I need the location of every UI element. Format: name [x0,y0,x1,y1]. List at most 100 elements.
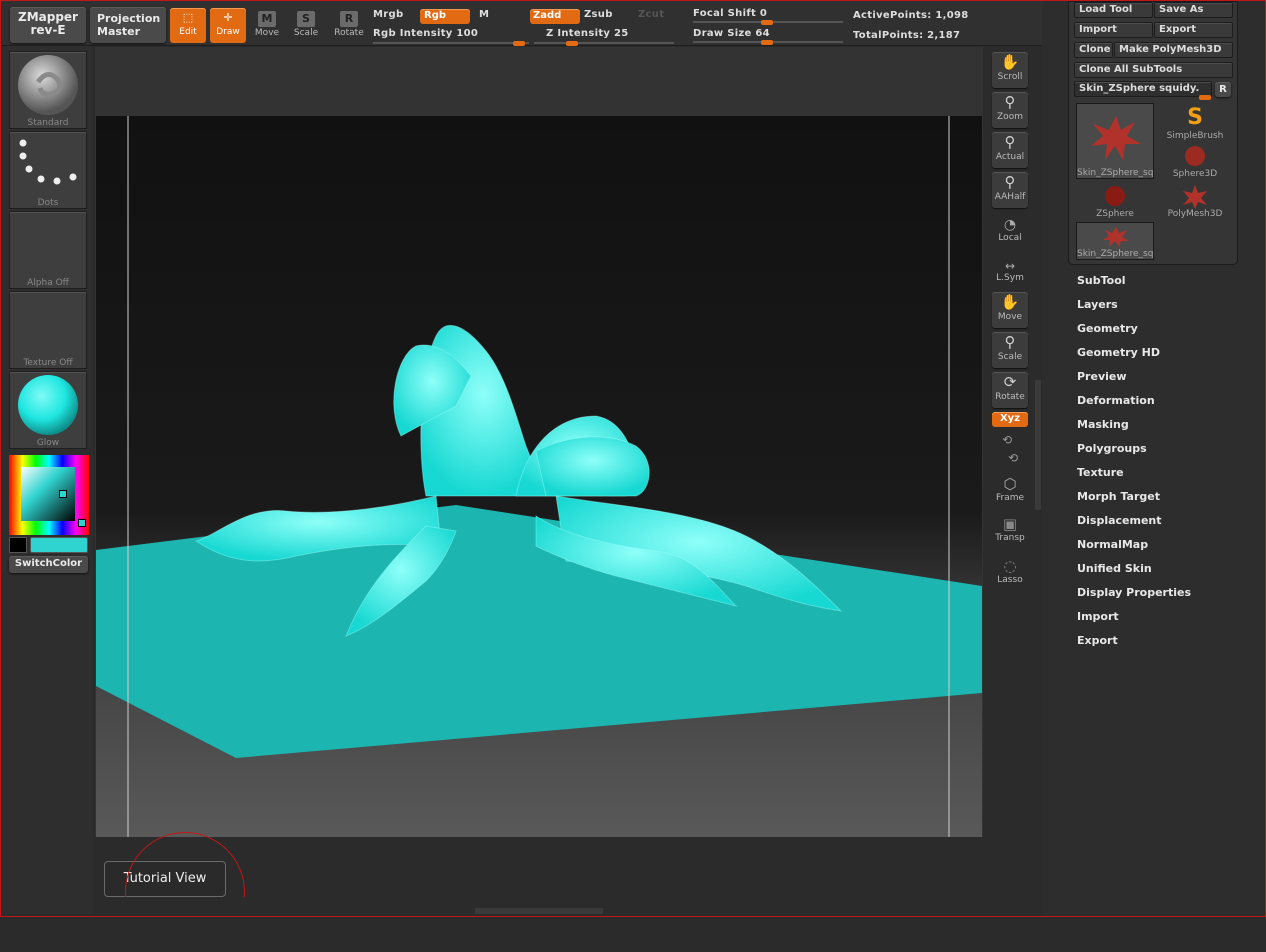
squid-model-render[interactable] [96,116,982,837]
focal-shift-slider[interactable] [693,19,843,25]
switch-color-button[interactable]: SwitchColor [9,556,88,573]
sphere3d-icon [1185,146,1205,166]
zsub-button[interactable]: Zsub [584,9,613,20]
tutorial-view-button[interactable]: Tutorial View [104,861,226,897]
projection-master-button[interactable]: Projection Master [90,7,166,43]
document-viewport[interactable] [96,116,982,837]
menu-displacement[interactable]: Displacement [1077,509,1257,533]
draw-button[interactable]: ✛ Draw [210,8,246,43]
material-selector[interactable]: Glow [9,371,87,449]
zoom-label: Zoom [997,112,1023,122]
scale-button[interactable]: S Scale [291,11,321,38]
m-button[interactable]: M [479,9,489,20]
draw-size-knob[interactable] [761,39,773,45]
xyz-button[interactable]: Xyz [992,412,1028,427]
tool-thumb-skin-1[interactable]: Skin_ZSphere_sq [1076,103,1154,179]
lsym-button[interactable]: ↔ L.Sym [992,259,1028,283]
rotate-view-label: Rotate [995,392,1025,402]
edit-label: Edit [179,27,197,37]
left-shelf: Standard Dots Alpha Off Texture Off Glow… [1,46,93,914]
rotate-y-icon[interactable]: ⟲ [1002,433,1012,447]
tool-thumb-polymesh3d[interactable]: PolyMesh3D [1156,183,1234,259]
save-as-button[interactable]: Save As [1154,2,1233,18]
mrgb-button[interactable]: Mrgb [373,9,403,20]
rotate-button[interactable]: R Rotate [332,11,366,38]
menu-unified-skin[interactable]: Unified Skin [1077,557,1257,581]
clone-all-subtools-button[interactable]: Clone All SubTools [1074,62,1233,78]
zmapper-button[interactable]: ZMapper rev-E [10,7,86,43]
zadd-button[interactable]: Zadd [530,9,580,24]
move-hand-icon: ✋ [1000,293,1020,311]
menu-display-properties[interactable]: Display Properties [1077,581,1257,605]
tool-thumb-caption: Sphere3D [1172,169,1218,179]
load-tool-button[interactable]: Load Tool [1074,2,1153,18]
menu-geometry[interactable]: Geometry [1077,317,1257,341]
alpha-selector[interactable]: Alpha Off [9,211,87,289]
z-intensity-slider[interactable] [534,40,674,46]
color-picker[interactable] [9,455,89,535]
menu-geometry-hd[interactable]: Geometry HD [1077,341,1257,365]
clone-button[interactable]: Clone [1074,42,1113,58]
scale-view-button[interactable]: ⚲ Scale [992,332,1028,368]
stroke-selector[interactable]: Dots [9,131,87,209]
import-tool-button[interactable]: Import [1074,22,1153,38]
menu-morph-target[interactable]: Morph Target [1077,485,1257,509]
rotate-view-button[interactable]: ⟳ Rotate [992,372,1028,408]
local-button[interactable]: ◔ Local [992,217,1028,243]
transp-button[interactable]: ▣ Transp [992,515,1028,543]
scroll-label: Scroll [997,72,1023,82]
menu-subtool[interactable]: SubTool [1077,269,1257,293]
rgb-intensity-slider[interactable] [373,40,529,46]
menu-deformation[interactable]: Deformation [1077,389,1257,413]
z-intensity-knob[interactable] [566,40,578,46]
move-view-button[interactable]: ✋ Move [992,292,1028,328]
rotate-z-icon[interactable]: ⟲ [1008,451,1018,465]
menu-import[interactable]: Import [1077,605,1257,629]
tray-handle[interactable] [1035,380,1041,510]
rgb-button[interactable]: Rgb [420,9,470,24]
secondary-color-swatch[interactable] [9,537,27,553]
menu-export[interactable]: Export [1077,629,1257,653]
menu-layers[interactable]: Layers [1077,293,1257,317]
current-tool-slider[interactable]: Skin_ZSphere squidy. [1074,81,1212,100]
stroke-caption: Dots [37,198,59,208]
zoom-button[interactable]: ⚲ Zoom [992,92,1028,128]
color-marker[interactable] [59,490,67,498]
frame-button[interactable]: ⬡ Frame [992,475,1028,503]
move-button[interactable]: M Move [252,11,282,38]
polymesh3d-icon [1183,185,1207,209]
menu-polygroups[interactable]: Polygroups [1077,437,1257,461]
r-button[interactable]: R [1215,82,1231,97]
scroll-button[interactable]: ✋ Scroll [992,52,1028,88]
brush-caption: Standard [27,118,69,128]
edit-button[interactable]: ⬚ Edit [170,8,206,43]
current-tool-knob[interactable] [1199,95,1211,100]
menu-texture[interactable]: Texture [1077,461,1257,485]
rgb-intensity-knob[interactable] [513,40,525,46]
main-color-swatch[interactable] [30,537,88,553]
aahalf-button[interactable]: ⚲ AAHalf [992,172,1028,208]
focal-shift-knob[interactable] [761,19,773,25]
export-tool-button[interactable]: Export [1154,22,1233,38]
menu-preview[interactable]: Preview [1077,365,1257,389]
menu-normalmap[interactable]: NormalMap [1077,533,1257,557]
hue-marker[interactable] [78,519,86,527]
actual-icon: ⚲ [1004,133,1016,151]
lasso-button[interactable]: ◌ Lasso [992,557,1028,585]
make-polymesh-button[interactable]: Make PolyMesh3D [1114,42,1233,58]
zcut-button[interactable]: Zcut [638,9,664,20]
menu-masking[interactable]: Masking [1077,413,1257,437]
brush-selector[interactable]: Standard [9,51,87,129]
tool-menu-list: SubTool Layers Geometry Geometry HD Prev… [1077,269,1257,653]
cube-icon: ⬡ [1003,475,1017,493]
scale-view-icon: ⚲ [1004,333,1016,351]
bottom-tray-handle[interactable] [475,908,603,914]
texture-selector[interactable]: Texture Off [9,291,87,369]
draw-size-slider[interactable] [693,39,843,45]
tool-thumb-skin-2[interactable]: Skin_ZSphere_sq [1076,222,1154,260]
tool-thumb-caption: Skin_ZSphere_sq [1077,168,1154,178]
transparency-icon: ▣ [1002,515,1018,533]
actual-button[interactable]: ⚲ Actual [992,132,1028,168]
right-shelf: ✋ Scroll ⚲ Zoom ⚲ Actual ⚲ AAHalf ◔ Local ↔ L.… [988,47,1032,907]
standard-brush-icon [18,55,78,115]
